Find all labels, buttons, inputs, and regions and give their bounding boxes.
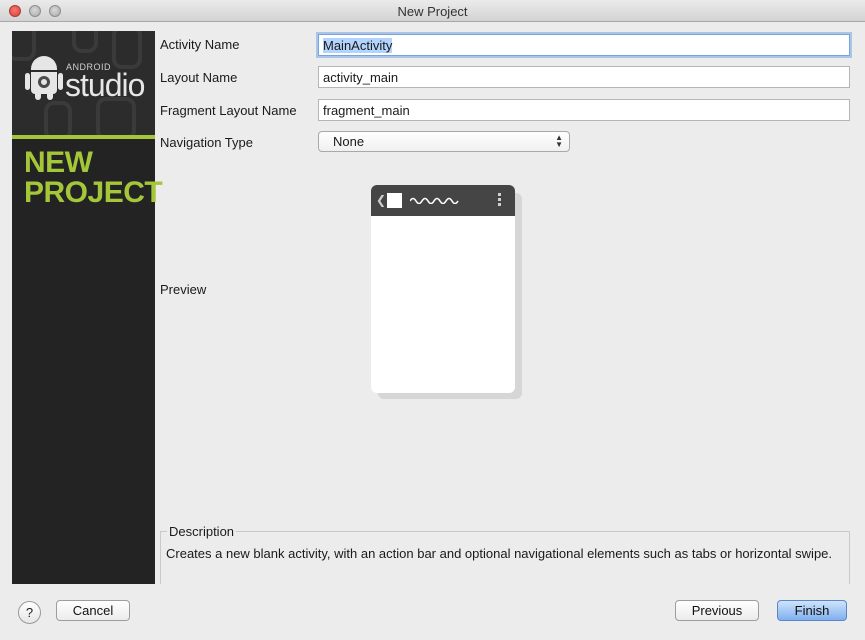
studio-logo-area: ANDROID studio xyxy=(12,31,155,135)
preview-action-bar: ❮ xyxy=(371,185,515,216)
previous-button[interactable]: Previous xyxy=(675,600,759,621)
help-button[interactable]: ? xyxy=(18,601,41,624)
preview-label: Preview xyxy=(160,282,207,297)
activity-name-field[interactable]: MainActivity xyxy=(318,34,850,56)
fragment-layout-name-label: Fragment Layout Name xyxy=(160,103,297,118)
banner-accent-stripe xyxy=(12,135,155,139)
layout-name-field[interactable]: activity_main xyxy=(318,66,850,88)
activity-preview: ❮ xyxy=(371,185,515,393)
overflow-menu-icon xyxy=(498,193,502,208)
description-text: Creates a new blank activity, with an ac… xyxy=(166,546,833,561)
navigation-type-value: None xyxy=(333,134,365,149)
title-bar: New Project xyxy=(0,0,865,22)
logo-studio-text: studio xyxy=(65,67,145,103)
navigation-type-select[interactable]: None ▲ ▼ xyxy=(318,131,570,152)
banner-title-line2: PROJECT xyxy=(24,176,163,209)
activity-name-label: Activity Name xyxy=(160,37,240,52)
wizard-banner: ANDROID studio NEW PROJECT xyxy=(12,31,163,584)
pattern-shape xyxy=(12,31,36,61)
chevron-left-icon: ❮ xyxy=(376,193,387,207)
fragment-layout-name-field[interactable]: fragment_main xyxy=(318,99,850,121)
chevron-up-down-icon: ▲ ▼ xyxy=(555,133,563,149)
app-icon xyxy=(387,193,402,208)
navigation-type-label: Navigation Type xyxy=(160,135,253,150)
finish-button[interactable]: Finish xyxy=(777,600,847,621)
pattern-shape xyxy=(72,31,98,53)
banner-title-line1: NEW xyxy=(24,146,93,179)
activity-name-value: MainActivity xyxy=(323,38,393,53)
cancel-button[interactable]: Cancel xyxy=(56,600,130,621)
pattern-shape xyxy=(112,31,142,69)
banner-title: NEW PROJECT xyxy=(24,146,163,209)
pattern-shape xyxy=(44,101,72,135)
layout-name-label: Layout Name xyxy=(160,70,238,85)
title-placeholder-icon xyxy=(410,197,459,204)
description-legend: Description xyxy=(167,524,237,539)
window-title: New Project xyxy=(397,4,468,19)
